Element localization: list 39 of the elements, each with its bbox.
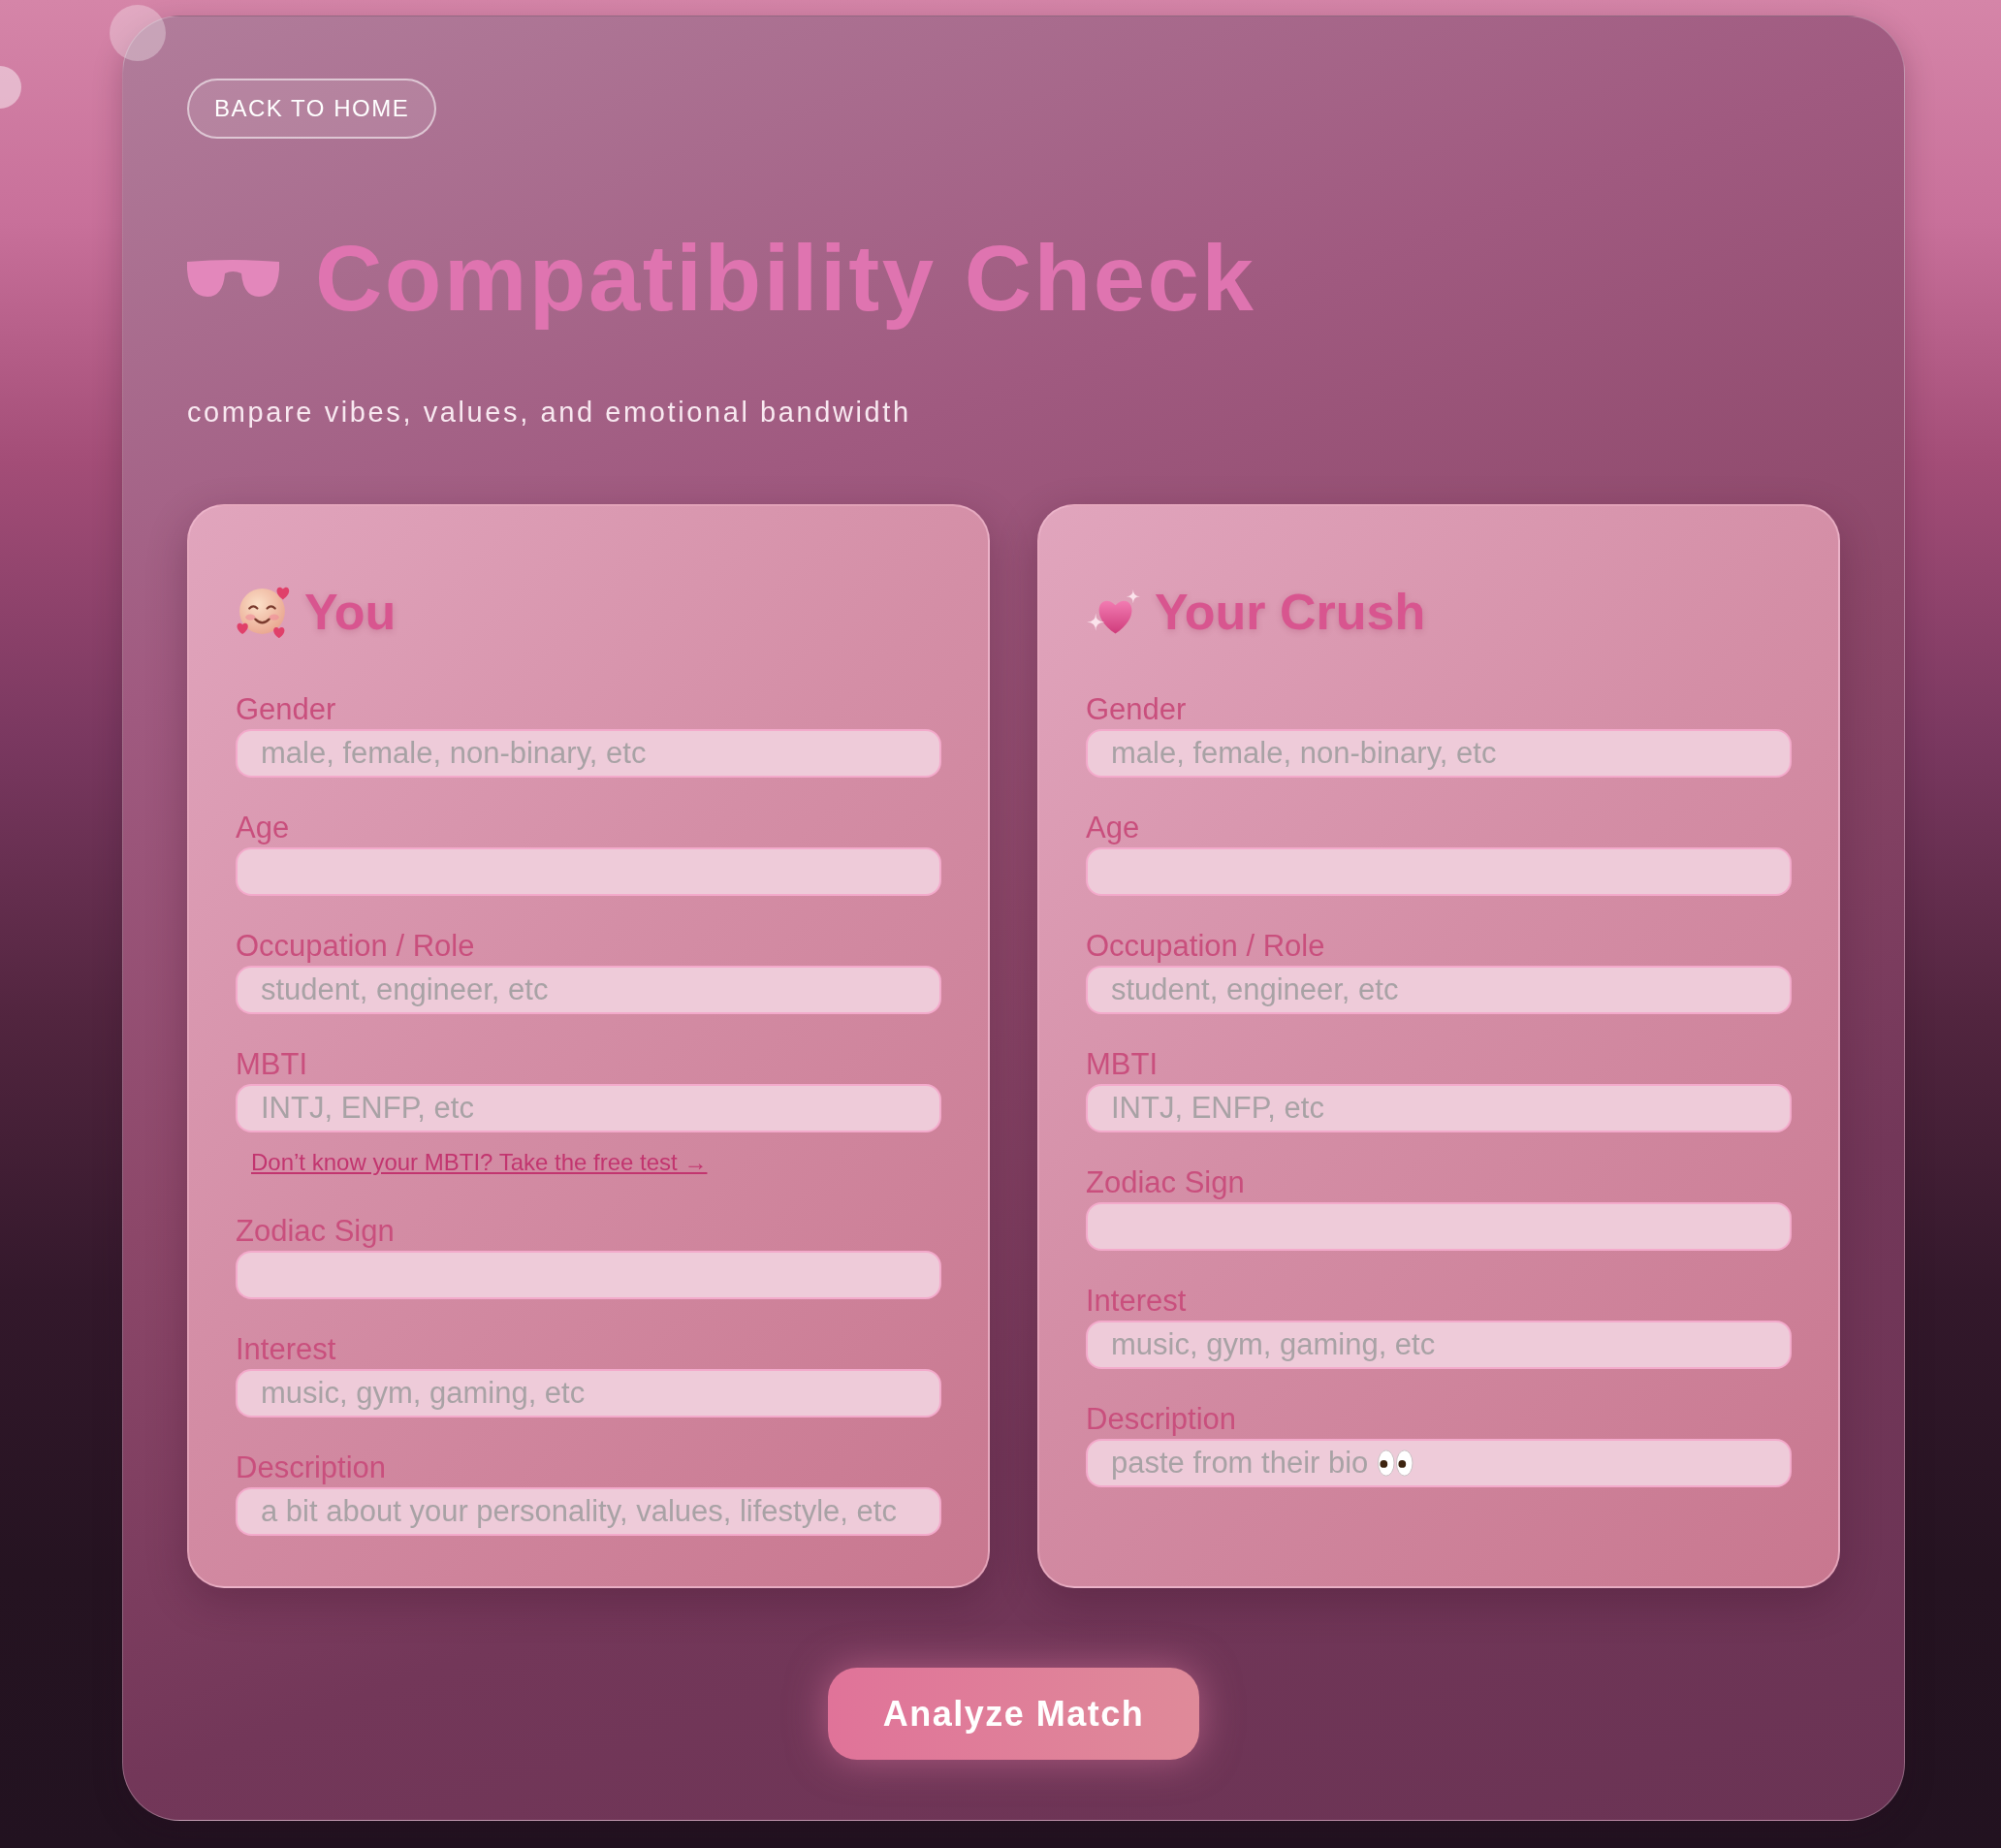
field-label: MBTI	[1086, 1047, 1159, 1082]
analyze-match-button[interactable]: Analyze Match	[828, 1668, 1199, 1760]
field-label: Interest	[1086, 1284, 1187, 1319]
sunglasses-icon	[187, 258, 279, 298]
field-label: Gender	[236, 692, 336, 727]
field-label: MBTI	[236, 1047, 308, 1082]
smiling-face-icon	[236, 586, 291, 638]
field-label: Age	[1086, 811, 1140, 845]
text-field[interactable]: INTJ, ENFP, etc	[236, 1084, 941, 1132]
text-field[interactable]: paste from their bio	[1086, 1439, 1792, 1487]
text-field[interactable]	[236, 1251, 941, 1299]
field-label: Occupation / Role	[1086, 929, 1325, 964]
card-heading: Your Crush	[1155, 583, 1426, 642]
text-field[interactable]: male, female, non-binary, etc	[236, 729, 941, 778]
text-field[interactable]	[1086, 1202, 1792, 1251]
text-field[interactable]: music, gym, gaming, etc	[236, 1369, 941, 1418]
text-field[interactable]: male, female, non-binary, etc	[1086, 729, 1792, 778]
mbti-test-link[interactable]: Don’t know your MBTI? Take the free test →	[251, 1148, 708, 1177]
field-label: Interest	[236, 1332, 336, 1367]
text-field[interactable]: a bit about your personality, values, lifestyle, etc	[236, 1487, 941, 1536]
page-subtitle: compare vibes, values, and emotional bandwidth	[187, 396, 911, 430]
field-label: Age	[236, 811, 290, 845]
text-field[interactable]	[236, 847, 941, 896]
text-field[interactable]: student, engineer, etc	[1086, 966, 1792, 1014]
page-title: Compatibility Check	[315, 225, 1256, 332]
text-field[interactable]	[1086, 847, 1792, 896]
field-label: Zodiac Sign	[1086, 1165, 1245, 1200]
text-field[interactable]: music, gym, gaming, etc	[1086, 1321, 1792, 1369]
field-label: Gender	[1086, 692, 1187, 727]
card-heading: You	[304, 583, 397, 642]
text-field[interactable]: student, engineer, etc	[236, 966, 941, 1014]
field-label: Description	[236, 1450, 387, 1485]
back-to-home-button[interactable]: BACK TO HOME	[187, 79, 437, 139]
text-field[interactable]: INTJ, ENFP, etc	[1086, 1084, 1792, 1132]
sparkling-heart-icon	[1086, 589, 1141, 635]
field-label: Zodiac Sign	[236, 1214, 395, 1249]
field-label: Occupation / Role	[236, 929, 475, 964]
field-label: Description	[1086, 1402, 1237, 1437]
bubble	[0, 66, 21, 109]
